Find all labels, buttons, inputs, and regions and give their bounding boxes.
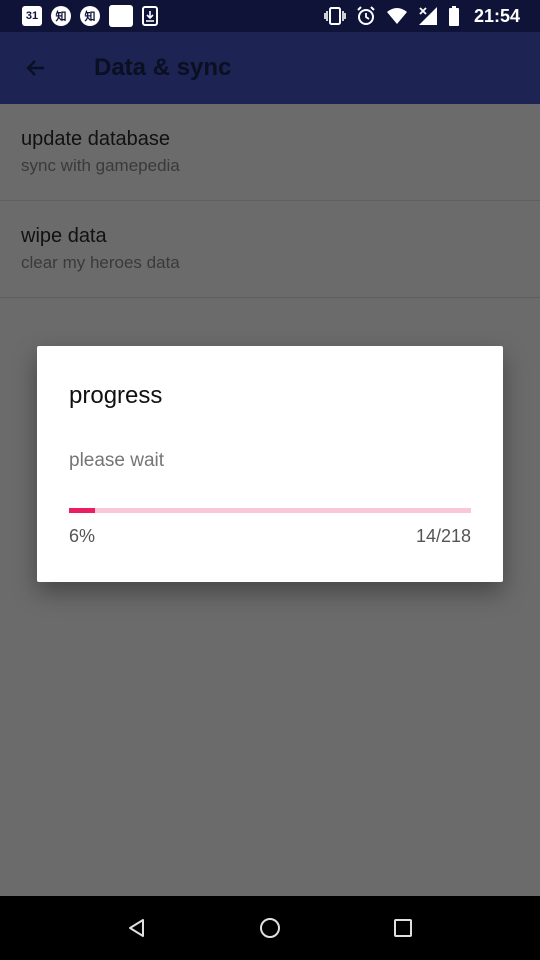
blank-app-icon: [109, 5, 133, 27]
progress-bar-fill: [69, 508, 95, 513]
circle-home-icon: [259, 918, 280, 938]
signal-icon: [418, 6, 438, 26]
pref-title: update database: [21, 128, 171, 150]
nav-recents-button[interactable]: [373, 898, 433, 958]
back-arrow-icon[interactable]: [0, 32, 72, 104]
app-bar: Data & sync: [0, 32, 540, 104]
page-title: Data & sync: [94, 54, 232, 81]
dialog-message: please wait: [69, 450, 165, 471]
square-recents-icon: [394, 919, 413, 937]
wifi-icon: [386, 7, 408, 25]
alarm-icon: [356, 6, 376, 26]
navigation-bar: [0, 896, 540, 960]
progress-dialog: progress please wait 6% 14/218: [37, 346, 503, 582]
pref-title: wipe data: [21, 225, 107, 247]
zhihu-icon: 知: [51, 6, 71, 26]
pref-wipe-data[interactable]: wipe data clear my heroes data: [0, 201, 540, 298]
system-icons: 21:54: [324, 6, 532, 27]
pref-summary: sync with gamepedia: [21, 156, 180, 175]
nav-back-button[interactable]: [107, 898, 167, 958]
progress-count: 14/218: [415, 526, 471, 546]
calendar-icon: 31: [22, 6, 42, 26]
notification-icons: 31 知 知: [22, 5, 158, 27]
triangle-back-icon: [128, 919, 144, 937]
status-bar: 31 知 知 21:54: [0, 0, 540, 32]
pref-summary: clear my heroes data: [21, 253, 180, 272]
nav-home-button[interactable]: [240, 898, 300, 958]
pref-update-database[interactable]: update database sync with gamepedia: [0, 104, 540, 201]
dialog-title: progress: [69, 382, 163, 409]
zhihu-icon: 知: [80, 6, 100, 26]
vibrate-icon: [324, 6, 346, 26]
download-icon: [142, 6, 158, 26]
progress-percent: 6%: [69, 526, 96, 546]
battery-icon: [448, 6, 460, 26]
clock: 21:54: [473, 5, 520, 26]
progress-bar: [69, 508, 471, 513]
